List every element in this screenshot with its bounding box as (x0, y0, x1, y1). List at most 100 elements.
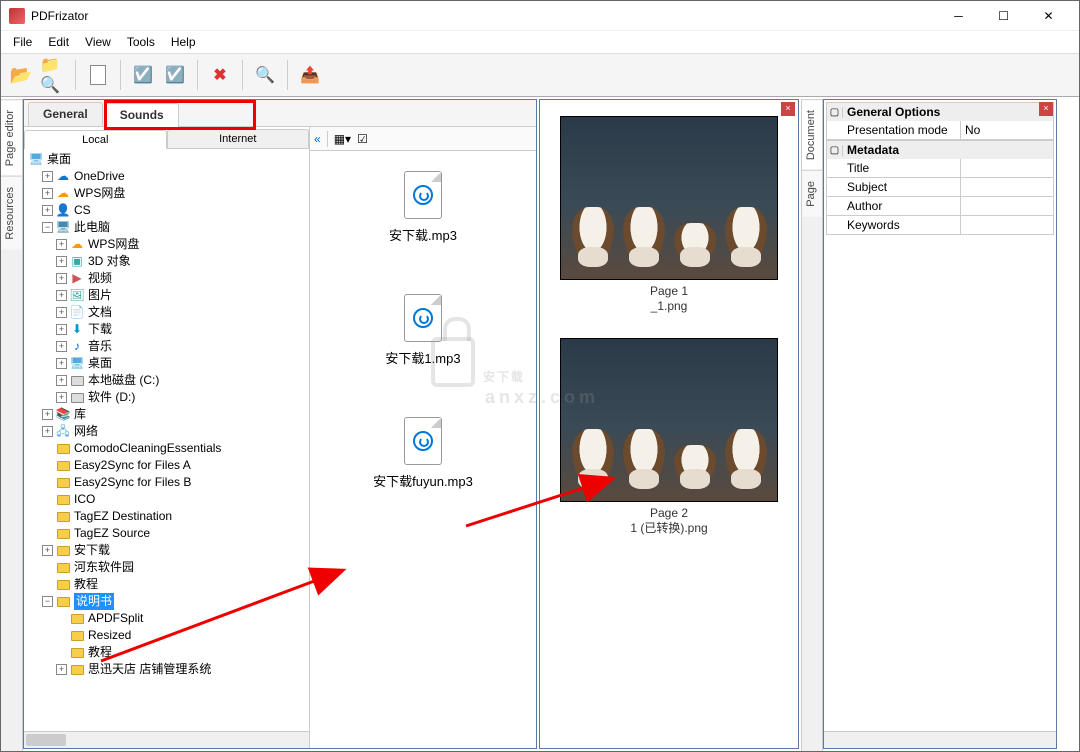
tree-item[interactable]: +☁WPS网盘 (26, 185, 309, 202)
prop-subject-value[interactable] (961, 178, 1053, 196)
tree-expander[interactable]: + (42, 409, 53, 420)
close-button[interactable]: ✕ (1026, 1, 1071, 30)
file-item[interactable]: 安下载1.mp3 (385, 294, 460, 367)
subtab-local[interactable]: Local (24, 130, 167, 149)
new-page-button[interactable] (84, 61, 112, 89)
tree-expander[interactable]: + (56, 256, 67, 267)
tree-item[interactable]: Easy2Sync for Files A (26, 457, 309, 474)
file-list[interactable]: 安下载.mp3 安下载1.mp3 安下载fuyun.mp3 (310, 151, 536, 748)
tree-expander[interactable]: + (56, 358, 67, 369)
tree-expander[interactable]: + (42, 188, 53, 199)
tree-item[interactable]: +🖼图片 (26, 287, 309, 304)
tree-item[interactable]: ICO (26, 491, 309, 508)
tree-expander[interactable]: + (56, 273, 67, 284)
prop-title-value[interactable] (961, 159, 1053, 177)
tree-item[interactable]: ComodoCleaningEssentials (26, 440, 309, 457)
minimize-button[interactable]: ─ (936, 1, 981, 30)
open-folder-search-button[interactable]: 📁🔍 (39, 61, 67, 89)
prop-general-header: General Options (843, 103, 944, 121)
subtab-internet[interactable]: Internet (167, 129, 310, 148)
tree-item[interactable]: +▣3D 对象 (26, 253, 309, 270)
tree-item[interactable]: Easy2Sync for Files B (26, 474, 309, 491)
tree-item[interactable]: +☁OneDrive (26, 168, 309, 185)
tree-item[interactable]: +👤CS (26, 202, 309, 219)
menu-tools[interactable]: Tools (119, 33, 163, 51)
tree-item[interactable]: +📚库 (26, 406, 309, 423)
tree-item[interactable]: +🖥桌面 (26, 355, 309, 372)
tree-root[interactable]: 🖥桌面 (26, 151, 309, 168)
tab-sounds[interactable]: Sounds (105, 103, 179, 127)
tree-expander[interactable]: + (42, 171, 53, 182)
tree-item[interactable]: Resized (26, 627, 309, 644)
tree-item[interactable]: −说明书 (26, 593, 309, 610)
tree-expander[interactable]: + (42, 545, 53, 556)
tree-expander[interactable]: − (42, 596, 53, 607)
folder-tree[interactable]: 🖥桌面+☁OneDrive+☁WPS网盘+👤CS−🖥此电脑+☁WPS网盘+▣3D… (24, 149, 309, 731)
tree-item[interactable]: +☁WPS网盘 (26, 236, 309, 253)
file-item[interactable]: 安下载fuyun.mp3 (373, 417, 473, 490)
file-item[interactable]: 安下载.mp3 (389, 171, 457, 244)
tree-item[interactable]: +♪音乐 (26, 338, 309, 355)
tree-item[interactable]: APDFSplit (26, 610, 309, 627)
prop-title-label: Title (827, 159, 961, 177)
prop-presentation-mode-value[interactable]: No (961, 121, 1053, 139)
page-thumbnail[interactable]: Page 1_1.png (560, 116, 778, 314)
tree-expander[interactable]: + (56, 307, 67, 318)
tree-item[interactable]: +🖧网络 (26, 423, 309, 440)
check-all-button[interactable]: ☑️ (161, 61, 189, 89)
tree-item[interactable]: 教程 (26, 644, 309, 661)
sidetab-resources[interactable]: Resources (1, 176, 22, 250)
tree-item[interactable]: +⬇下载 (26, 321, 309, 338)
tree-hscrollbar[interactable] (24, 731, 309, 748)
sidetab-page-editor[interactable]: Page editor (1, 99, 22, 176)
tree-expander[interactable]: + (56, 290, 67, 301)
delete-button[interactable]: ✖ (206, 61, 234, 89)
tree-expander[interactable]: + (56, 664, 67, 675)
collapse-button[interactable]: « (314, 132, 321, 146)
page-thumbnail[interactable]: Page 21 (已转换).png (560, 338, 778, 536)
tree-item[interactable]: +思迅天店 店铺管理系统 (26, 661, 309, 678)
audio-file-icon (404, 171, 442, 219)
maximize-button[interactable]: ☐ (981, 1, 1026, 30)
menu-file[interactable]: File (5, 33, 40, 51)
tree-item[interactable]: −🖥此电脑 (26, 219, 309, 236)
tree-expander[interactable]: − (42, 222, 53, 233)
prop-author-value[interactable] (961, 197, 1053, 215)
tree-item[interactable]: +▶视频 (26, 270, 309, 287)
tree-item[interactable]: +本地磁盘 (C:) (26, 372, 309, 389)
export-button[interactable]: 📤 (296, 61, 324, 89)
check-settings-button[interactable]: ☑️ (129, 61, 157, 89)
sidetab-page[interactable]: Page (802, 170, 822, 217)
properties-hscroll[interactable] (824, 731, 1056, 748)
pages-panel-close[interactable]: × (781, 102, 795, 116)
sidetab-document[interactable]: Document (802, 99, 822, 170)
tree-item[interactable]: +安下载 (26, 542, 309, 559)
view-options-button[interactable]: ☑ (357, 132, 368, 146)
tree-item[interactable]: 河东软件园 (26, 559, 309, 576)
menu-view[interactable]: View (77, 33, 119, 51)
expand-general[interactable]: ▢ (827, 107, 843, 118)
tree-expander[interactable]: + (56, 324, 67, 335)
tree-expander[interactable]: + (56, 239, 67, 250)
tree-expander[interactable]: + (42, 426, 53, 437)
open-folder-button[interactable]: 📂 (7, 61, 35, 89)
tree-expander[interactable]: + (56, 341, 67, 352)
tree-expander[interactable]: + (56, 392, 67, 403)
tree-expander[interactable]: + (42, 205, 53, 216)
tree-item[interactable]: +📄文档 (26, 304, 309, 321)
prop-keywords-value[interactable] (961, 216, 1053, 234)
menu-help[interactable]: Help (163, 33, 204, 51)
properties-close[interactable]: × (1039, 102, 1053, 116)
expand-metadata[interactable]: ▢ (827, 145, 843, 156)
tree-item[interactable]: TagEZ Source (26, 525, 309, 542)
zoom-fit-button[interactable]: 🔍 (251, 61, 279, 89)
toolbar: 📂 📁🔍 ☑️ ☑️ ✖ 🔍 📤 (1, 53, 1079, 97)
view-icons-button[interactable]: ▦▾ (334, 132, 351, 146)
tree-item[interactable]: TagEZ Destination (26, 508, 309, 525)
tab-general[interactable]: General (28, 102, 103, 126)
menu-edit[interactable]: Edit (40, 33, 77, 51)
titlebar: PDFrizator ─ ☐ ✕ (1, 1, 1079, 31)
tree-expander[interactable]: + (56, 375, 67, 386)
tree-item[interactable]: +软件 (D:) (26, 389, 309, 406)
tree-item[interactable]: 教程 (26, 576, 309, 593)
